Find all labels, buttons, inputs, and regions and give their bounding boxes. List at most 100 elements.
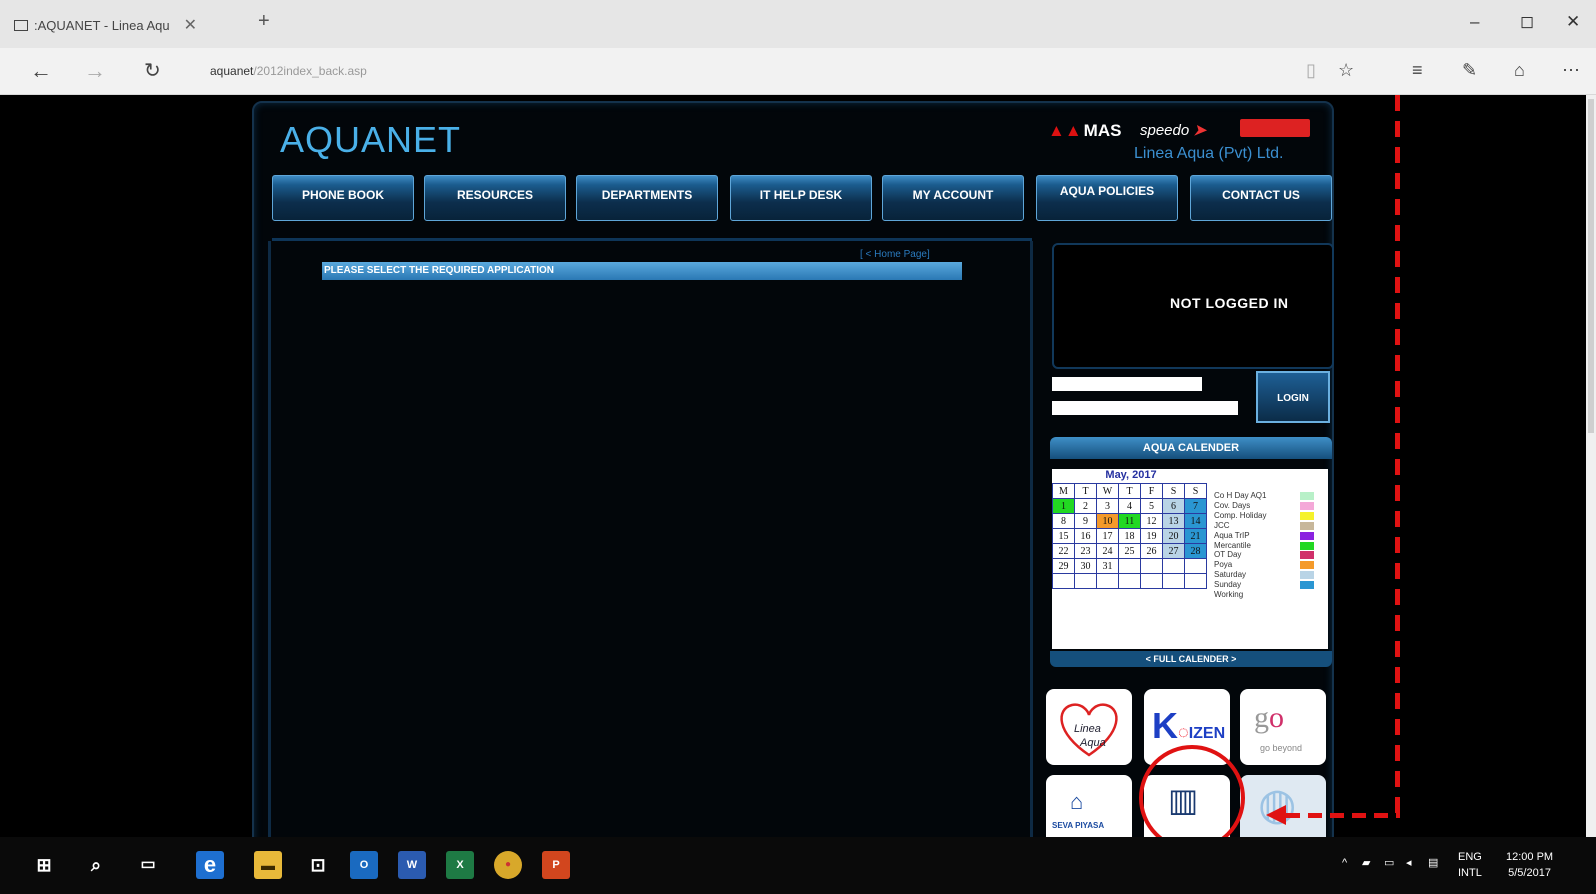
calendar-day[interactable]: 22 [1052,543,1075,559]
notifications-icon[interactable]: ▤ [1428,855,1438,871]
password-field[interactable] [1052,401,1238,415]
hub-icon[interactable]: ≡ [1412,60,1423,81]
nav-contact-us[interactable]: CONTACT US [1190,175,1332,221]
seva-piyasa-app-tile[interactable]: SEVA PIYASA ⌂ [1046,775,1132,837]
new-tab-icon[interactable]: + [258,10,270,33]
page-scrollbar[interactable] [1586,95,1596,837]
share-icon[interactable]: ⌂ [1514,60,1525,81]
calendar-day[interactable]: 21 [1184,528,1207,544]
calendar-day[interactable]: 9 [1074,513,1097,529]
nav-resources[interactable]: RESOURCES [424,175,566,221]
back-icon[interactable]: ← [30,58,52,84]
volume-icon[interactable]: ◂ [1406,855,1412,871]
nav-my-account[interactable]: MY ACCOUNT [882,175,1024,221]
linea-aqua-label-1: Linea [1074,723,1101,735]
calendar-day[interactable]: 6 [1162,498,1185,514]
legend-item: Mercantile [1214,541,1324,551]
calendar-day[interactable]: 4 [1118,498,1141,514]
url-field[interactable]: aquanet/2012index_back.asp [210,64,367,78]
day-header: F [1140,483,1163,499]
calendar-day[interactable]: 7 [1184,498,1207,514]
calendar-day[interactable]: 2 [1074,498,1097,514]
calendar-day [1096,573,1119,589]
calendar-day [1140,558,1163,574]
nav-departments[interactable]: DEPARTMENTS [576,175,718,221]
refresh-icon[interactable]: ↻ [144,58,161,83]
restore-icon[interactable]: ◻ [1520,12,1534,32]
home-page-link[interactable]: [ < Home Page] [860,249,930,260]
calendar-day[interactable]: 19 [1140,528,1163,544]
chrome-icon[interactable]: ● [494,851,522,879]
calendar-day[interactable]: 16 [1074,528,1097,544]
web-note-icon[interactable]: ✎ [1462,60,1477,81]
full-calendar-link[interactable]: < FULL CALENDER > [1050,651,1332,667]
minimize-icon[interactable]: – [1470,12,1479,32]
clock-time: 12:00 PM [1506,851,1554,863]
calendar-day[interactable]: 23 [1074,543,1097,559]
window-close-icon[interactable]: ✕ [1566,12,1580,32]
calendar-day[interactable]: 15 [1052,528,1075,544]
calendar-day [1118,573,1141,589]
calendar-day[interactable]: 26 [1140,543,1163,559]
nav-aqua-policies[interactable]: AQUA POLICIES [1036,175,1178,221]
reading-view-icon[interactable]: ▯ [1306,60,1316,81]
page-icon [14,19,28,31]
forward-icon[interactable]: → [84,58,106,84]
calendar-day[interactable]: 13 [1162,513,1185,529]
network-icon[interactable]: ▰ [1362,855,1370,871]
battery-icon[interactable]: ▭ [1384,855,1394,871]
scrollbar-thumb[interactable] [1588,99,1594,433]
calendar-day[interactable]: 12 [1140,513,1163,529]
calendar-day[interactable]: 3 [1096,498,1119,514]
favorite-star-icon[interactable]: ☆ [1338,60,1354,81]
nav-it-help-desk[interactable]: IT HELP DESK [730,175,872,221]
calendar-day[interactable]: 29 [1052,558,1075,574]
task-view-icon[interactable]: ▭ [134,851,162,879]
search-icon[interactable]: ⌕ [82,851,110,879]
more-icon[interactable]: ⋯ [1562,60,1580,81]
calendar-day[interactable]: 18 [1118,528,1141,544]
browser-tab-bar: :AQUANET - Linea Aqu ✕ + – ◻ ✕ [0,0,1596,48]
go-beyond-label: go beyond [1260,743,1303,753]
calendar-day[interactable]: 11 [1118,513,1141,529]
calendar-day[interactable]: 10 [1096,513,1119,529]
calendar-day[interactable]: 30 [1074,558,1097,574]
calendar-day[interactable]: 28 [1184,543,1207,559]
calendar-day [1184,558,1207,574]
store-icon[interactable]: ⊡ [304,851,332,879]
start-windows-icon[interactable]: ⊞ [30,851,58,879]
calendar-day[interactable]: 25 [1118,543,1141,559]
calendar-day[interactable]: 27 [1162,543,1185,559]
calendar-day[interactable]: 17 [1096,528,1119,544]
calendar-day[interactable]: 1 [1052,498,1075,514]
username-field[interactable] [1052,377,1202,391]
word-icon[interactable]: W [398,851,426,879]
site-logo[interactable]: AQUANET [280,119,461,161]
calendar-day[interactable]: 14 [1184,513,1207,529]
linea-aqua-label-2: Aqua [1080,737,1106,749]
legend-item: Cov. Days [1214,501,1324,511]
calendar-day[interactable]: 8 [1052,513,1075,529]
calendar-day[interactable]: 24 [1096,543,1119,559]
calendar-day[interactable]: 5 [1140,498,1163,514]
nav-phone-book[interactable]: PHONE BOOK [272,175,414,221]
column-divider [1030,241,1033,837]
browser-tab[interactable]: :AQUANET - Linea Aqu ✕ [14,10,244,40]
powerpoint-icon[interactable]: P [542,851,570,879]
language-indicator[interactable]: ENG INTL [1458,849,1482,881]
outlook-icon[interactable]: O [350,851,378,879]
seva-piyasa-icon: ⌂ [1070,789,1084,814]
linea-aqua-app-tile[interactable]: Linea Aqua [1046,689,1132,765]
tray-overflow-icon[interactable]: ^ [1342,855,1347,871]
login-button[interactable]: LOGIN [1256,371,1330,423]
file-explorer-icon[interactable]: ▬ [254,851,282,879]
calendar-day[interactable]: 31 [1096,558,1119,574]
clock[interactable]: 12:00 PM 5/5/2017 [1506,849,1553,881]
left-border [268,241,271,837]
tab-close-icon[interactable]: ✕ [184,15,197,35]
go-beyond-app-tile[interactable]: go go beyond [1240,689,1326,765]
edge-icon[interactable]: e [196,851,224,879]
calendar-day[interactable]: 20 [1162,528,1185,544]
excel-icon[interactable]: X [446,851,474,879]
calendar-month: May, 2017 [1105,469,1157,481]
